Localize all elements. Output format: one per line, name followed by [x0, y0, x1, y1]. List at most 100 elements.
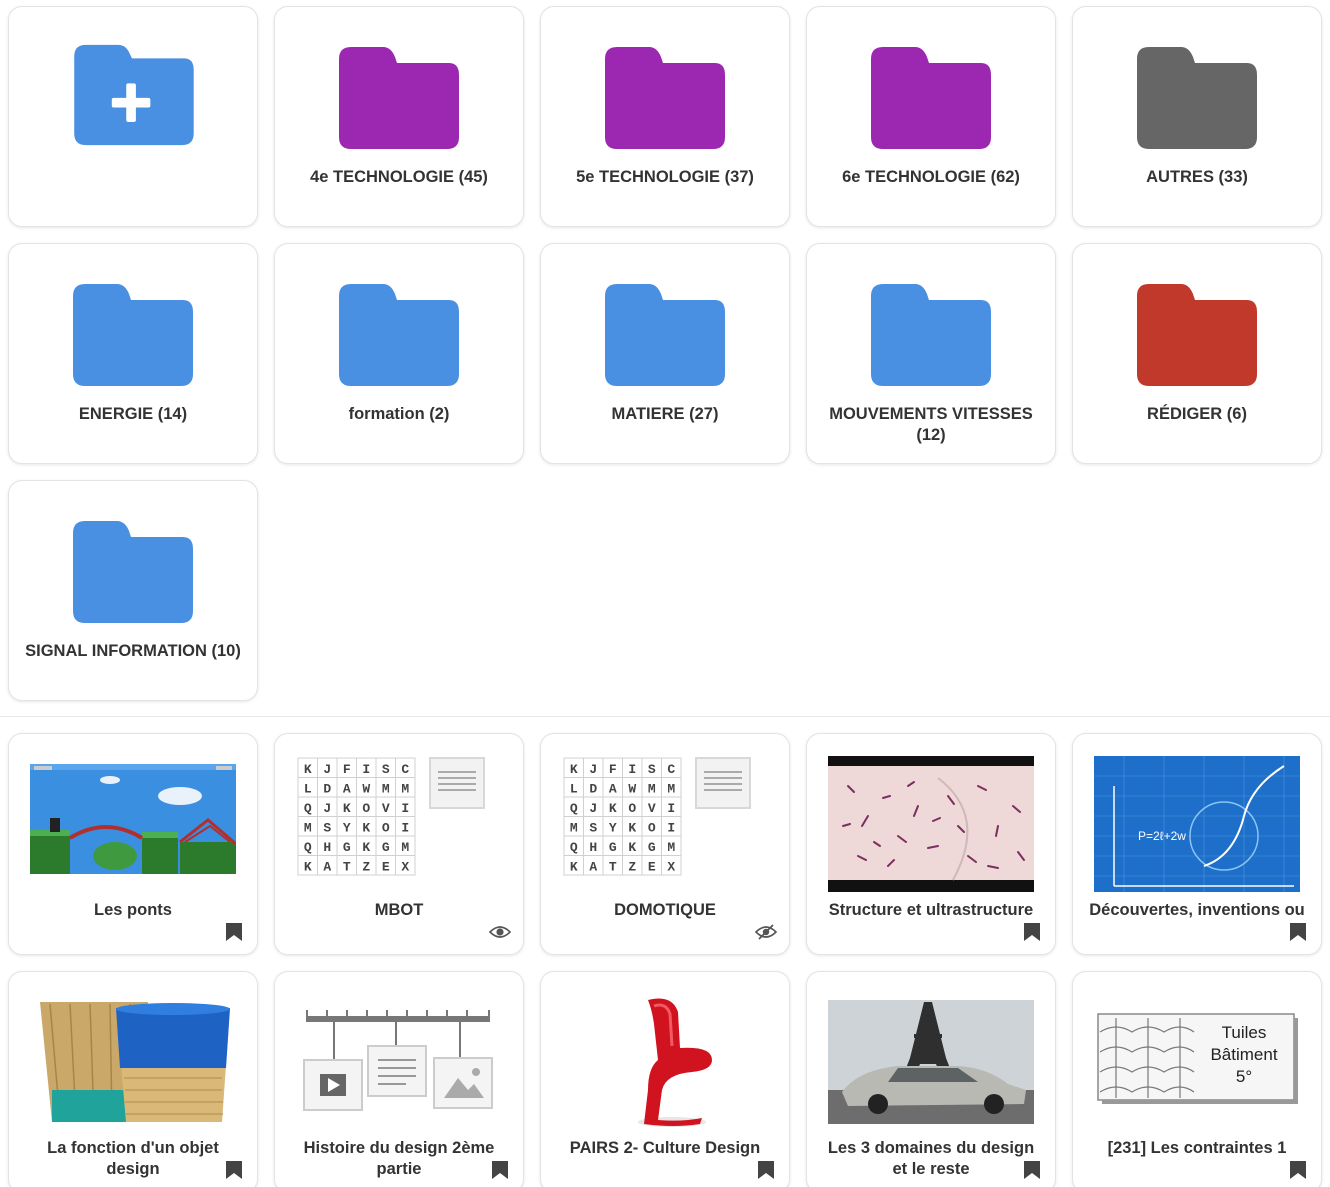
item-card[interactable]: Les 3 domaines du design et le reste: [806, 971, 1056, 1187]
bridge-game-thumbnail: [30, 756, 236, 892]
word-grid-letter: J: [589, 762, 597, 777]
item-card[interactable]: La fonction d'un objet design: [8, 971, 258, 1187]
item-label: PAIRS 2- Culture Design: [569, 1139, 761, 1157]
bookmark-icon[interactable]: [757, 1160, 775, 1180]
word-grid-letter: I: [667, 820, 675, 835]
folder-card[interactable]: MATIERE (27): [540, 243, 790, 464]
word-grid-letter: M: [667, 781, 675, 796]
word-grid-letter: O: [362, 801, 370, 816]
item-label: MBOT: [374, 901, 424, 919]
eiffel-car-thumbnail: [828, 994, 1034, 1130]
bookmark-icon[interactable]: [1289, 1160, 1307, 1180]
word-grid-letter: W: [628, 781, 636, 796]
bookmark-icon[interactable]: [1023, 922, 1041, 942]
folder-card[interactable]: formation (2): [274, 243, 524, 464]
folder-label: 4e TECHNOLOGIE (45): [310, 168, 488, 186]
folder-label: AUTRES (33): [1146, 168, 1248, 186]
folder-card[interactable]: MOUVEMENTS VITESSES (12): [806, 243, 1056, 464]
formula-text: P=2ℓ+2w: [1138, 829, 1186, 843]
word-grid-letter: H: [323, 840, 331, 855]
word-grid-letter: W: [362, 781, 370, 796]
folder-icon: [869, 282, 993, 388]
word-grid-letter: T: [343, 859, 351, 874]
bookmark-icon[interactable]: [1289, 922, 1307, 942]
tuiles-line-2: Bâtiment: [1210, 1045, 1277, 1064]
word-grid-letter: S: [589, 820, 597, 835]
item-card[interactable]: Les ponts: [8, 733, 258, 955]
word-grid-letter: K: [628, 820, 636, 835]
folder-label: SIGNAL INFORMATION (10): [25, 642, 241, 660]
folder-label: ENERGIE (14): [78, 405, 188, 423]
item-label: [231] Les contraintes 1: [1107, 1139, 1287, 1157]
word-grid-letter: Q: [304, 840, 312, 855]
bookmark-icon[interactable]: [1023, 1160, 1041, 1180]
eye-off-icon[interactable]: [755, 924, 777, 940]
word-grid-letter: V: [382, 801, 390, 816]
word-grid-letter: K: [362, 820, 370, 835]
bookmark-icon[interactable]: [491, 1160, 509, 1180]
word-grid-letter: S: [323, 820, 331, 835]
tuiles-line-1: Tuiles: [1222, 1023, 1267, 1042]
item-card[interactable]: P=2ℓ+2w Découvertes, inventions ou: [1072, 733, 1322, 955]
item-label: Structure et ultrastructure: [828, 901, 1034, 919]
folder-card[interactable]: 4e TECHNOLOGIE (45): [274, 6, 524, 227]
tuiles-thumbnail: Tuiles Bâtiment 5°: [1094, 994, 1300, 1130]
folder-card[interactable]: 5e TECHNOLOGIE (37): [540, 6, 790, 227]
folder-card[interactable]: RÉDIGER (6): [1072, 243, 1322, 464]
word-search-thumbnail: KJFISCLDAWMMQJKOVIMSYKOIQHGKGMKATZEX: [296, 756, 502, 892]
word-grid-letter: I: [401, 820, 409, 835]
word-grid-letter: I: [362, 762, 370, 777]
baskets-thumbnail: [30, 994, 236, 1130]
word-grid-letter: M: [570, 820, 578, 835]
folder-card[interactable]: ENERGIE (14): [8, 243, 258, 464]
new-folder-card[interactable]: [8, 6, 258, 227]
red-chair-thumbnail: [562, 994, 768, 1130]
folder-label: RÉDIGER (6): [1147, 405, 1247, 423]
new-folder-icon: [68, 41, 198, 147]
word-grid-letter: D: [589, 781, 597, 796]
word-grid-letter: Y: [609, 820, 617, 835]
item-card[interactable]: Tuiles Bâtiment 5° [231] Les contraintes…: [1072, 971, 1322, 1187]
folder-icon: [603, 282, 727, 388]
word-grid-letter: F: [609, 762, 617, 777]
word-grid-letter: S: [382, 762, 390, 777]
word-grid-letter: M: [667, 840, 675, 855]
bookmark-icon[interactable]: [225, 922, 243, 942]
word-grid-letter: F: [343, 762, 351, 777]
word-grid-letter: O: [382, 820, 390, 835]
item-card[interactable]: Histoire du design 2ème partie: [274, 971, 524, 1187]
word-grid-letter: G: [343, 840, 351, 855]
folder-icon: [869, 45, 993, 151]
word-grid-letter: K: [628, 840, 636, 855]
word-grid-letter: K: [570, 762, 578, 777]
word-grid: K J F I S CL D A W M MQ J K O V IM S Y K O IQ H G K G MK A T Z E X: [296, 756, 502, 892]
word-grid-letter: I: [667, 801, 675, 816]
math-blueprint-thumbnail: P=2ℓ+2w: [1094, 756, 1300, 892]
word-grid-letter: K: [343, 801, 351, 816]
word-grid-letter: J: [323, 801, 331, 816]
word-grid-letter: A: [343, 781, 351, 796]
item-card[interactable]: KJFISCLDAWMMQJKOVIMSYKOIQHGKGMKATZEX DOM…: [540, 733, 790, 955]
word-grid-letter: M: [304, 820, 312, 835]
folder-label: 6e TECHNOLOGIE (62): [842, 168, 1020, 186]
word-grid-letter: G: [609, 840, 617, 855]
word-grid-letter: I: [628, 762, 636, 777]
word-grid-letter: K: [609, 801, 617, 816]
bookmark-icon[interactable]: [225, 1160, 243, 1180]
folder-icon: [71, 282, 195, 388]
word-grid-letter: E: [648, 859, 656, 874]
word-grid-letter: J: [323, 762, 331, 777]
word-grid-letter: G: [382, 840, 390, 855]
folder-card[interactable]: AUTRES (33): [1072, 6, 1322, 227]
item-card[interactable]: PAIRS 2- Culture Design: [540, 971, 790, 1187]
item-card[interactable]: Structure et ultrastructure: [806, 733, 1056, 955]
word-grid-letter: A: [323, 859, 331, 874]
item-card[interactable]: KJFISCLDAWMMQJKOVIMSYKOIQHGKGMKATZEX MBO…: [274, 733, 524, 955]
word-grid-letter: V: [648, 801, 656, 816]
item-label: Découvertes, inventions ou: [1089, 901, 1305, 919]
eye-icon[interactable]: [489, 924, 511, 940]
folder-card[interactable]: SIGNAL INFORMATION (10): [8, 480, 258, 701]
word-grid-letter: A: [589, 859, 597, 874]
folder-card[interactable]: 6e TECHNOLOGIE (62): [806, 6, 1056, 227]
word-grid-letter: C: [401, 762, 409, 777]
